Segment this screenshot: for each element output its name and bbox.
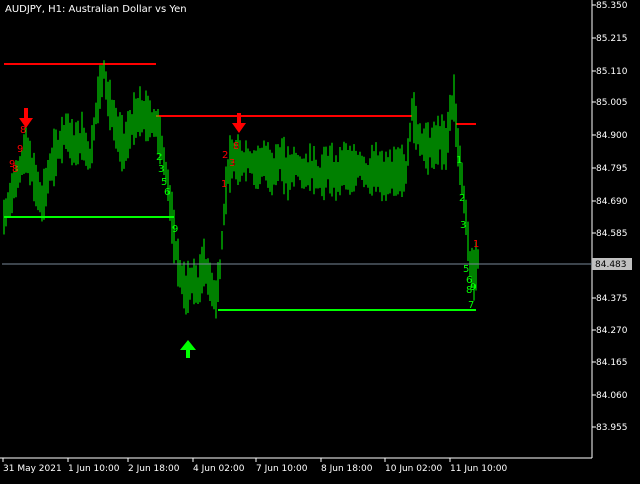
- sell-count-label: 1: [221, 179, 227, 190]
- y-tick-label: 84.690: [596, 197, 628, 207]
- buy-arrow-icon: [180, 340, 196, 358]
- x-tick-label: 1 Jun 10:00: [68, 464, 120, 474]
- sell-count-label: 1: [473, 239, 479, 250]
- current-price-label: 84.483: [595, 260, 627, 270]
- y-tick-label: 84.375: [596, 294, 628, 304]
- y-tick-label: 84.585: [596, 229, 628, 239]
- signal-arrows: [19, 108, 246, 358]
- sell-count-label: 2: [222, 150, 228, 161]
- buy-count-label: 9: [470, 282, 476, 293]
- x-tick-label: 7 Jun 10:00: [256, 464, 308, 474]
- sell-count-label: 3: [229, 158, 235, 169]
- buy-count-label: 2: [459, 193, 465, 204]
- y-tick-label: 85.215: [596, 34, 628, 44]
- buy-count-label: 5: [463, 264, 469, 275]
- y-tick-label: 84.900: [596, 131, 628, 141]
- y-tick-label: 84.270: [596, 326, 628, 336]
- y-tick-label: 84.165: [596, 358, 628, 368]
- sell-count-label: 8: [20, 125, 26, 136]
- sell-count-label: 9: [17, 144, 23, 155]
- buy-count-label: 3: [158, 164, 164, 175]
- buy-count-label: 9: [172, 224, 178, 235]
- x-tick-label: 31 May 2021: [3, 464, 62, 474]
- x-tick-label: 10 Jun 02:00: [385, 464, 442, 474]
- x-tick-label: 8 Jun 18:00: [321, 464, 373, 474]
- sell-count-label: 8: [12, 164, 18, 175]
- x-tick-label: 2 Jun 18:00: [128, 464, 180, 474]
- y-tick-label: 83.955: [596, 423, 628, 433]
- buy-count-label: 3: [460, 220, 466, 231]
- sell-count-label: 8: [233, 141, 239, 152]
- y-tick-label: 85.110: [596, 67, 628, 77]
- y-tick-label: 84.795: [596, 164, 628, 174]
- price-bars: [3, 60, 479, 319]
- price-chart[interactable]: 8998123812356912356789 85.350 85.215 85.11…: [0, 0, 640, 480]
- y-tick-label: 84.060: [596, 391, 628, 401]
- chart-title: AUDJPY, H1: Australian Dollar vs Yen: [5, 4, 187, 15]
- levels-layer: [4, 63, 476, 311]
- y-tick-label: 85.350: [596, 1, 628, 11]
- x-tick-label: 4 Jun 02:00: [193, 464, 245, 474]
- chart-canvas: 8998123812356912356789 85.35085.21585.11…: [0, 0, 632, 474]
- y-tick-label: 85.005: [596, 98, 628, 108]
- buy-count-label: 2: [156, 152, 162, 163]
- buy-count-label: 6: [164, 187, 170, 198]
- buy-count-label: 1: [456, 155, 462, 166]
- buy-count-label: 7: [468, 300, 474, 311]
- x-tick-label: 11 Jun 10:00: [450, 464, 507, 474]
- axes-layer: 85.350 85.215 85.110 85.005 84.900 84.795 84.6…: [0, 0, 632, 474]
